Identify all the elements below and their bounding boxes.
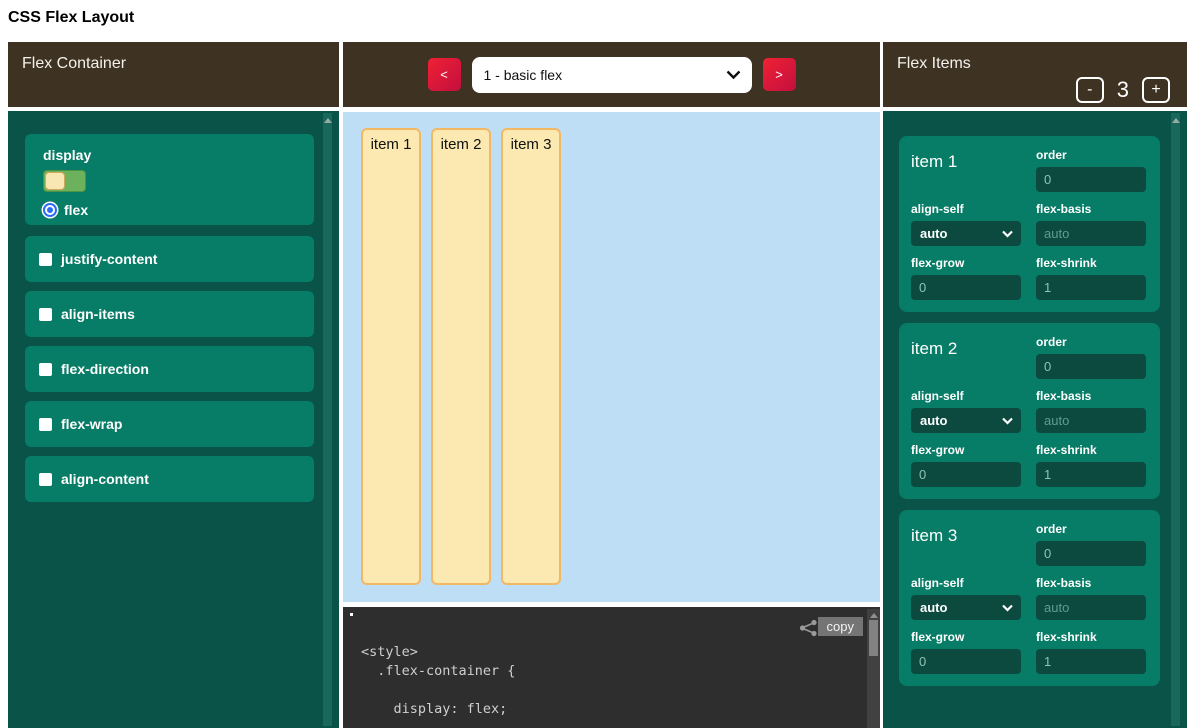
flex-container-panel: Flex Container display flex justify-cont… <box>8 42 339 728</box>
flex-container-title: Flex Container <box>22 55 126 73</box>
example-select-wrap: 1 - basic flex <box>472 57 752 93</box>
flex-items-body: item 1 order align-self auto <box>883 111 1187 728</box>
order-label: order <box>1036 148 1146 162</box>
flex-container-header: Flex Container <box>8 42 339 107</box>
display-flex-option: flex <box>43 202 314 218</box>
flex-demo-container: item 1 item 2 item 3 <box>343 112 880 602</box>
flex-items-title: Flex Items <box>897 55 971 73</box>
copy-code-button[interactable]: copy <box>818 617 863 636</box>
item-2-flex-grow-input[interactable] <box>911 462 1021 487</box>
remove-item-button[interactable]: - <box>1076 77 1104 103</box>
code-scrollbar-thumb[interactable] <box>869 620 878 656</box>
code-block: <style> .flex-container { display: flex;… <box>343 607 880 728</box>
prev-example-button[interactable]: < <box>428 58 461 91</box>
item-3-flex-grow-input[interactable] <box>911 649 1021 674</box>
code-cursor-dot <box>350 613 353 616</box>
flex-grow-label: flex-grow <box>911 443 1021 457</box>
display-property-card: display flex <box>25 134 314 225</box>
demo-item-2: item 2 <box>431 128 491 585</box>
next-example-button[interactable]: > <box>763 58 796 91</box>
property-card-align-content[interactable]: align-content <box>25 456 314 502</box>
justify-content-label: justify-content <box>61 251 157 267</box>
item-1-order-input[interactable] <box>1036 167 1146 192</box>
item-2-flex-basis-input[interactable] <box>1036 408 1146 433</box>
item-1-flex-shrink-input[interactable] <box>1036 275 1146 300</box>
align-items-checkbox[interactable] <box>39 308 52 321</box>
align-content-label: align-content <box>61 471 149 487</box>
flex-basis-label: flex-basis <box>1036 202 1146 216</box>
item-1-name: item 1 <box>911 148 1021 192</box>
item-2-name: item 2 <box>911 335 1021 379</box>
item-count-controls: - 3 + <box>1076 77 1170 103</box>
item-3-flex-basis-input[interactable] <box>1036 595 1146 620</box>
scroll-up-arrow-icon <box>1172 118 1180 123</box>
share-icon[interactable] <box>799 619 818 637</box>
align-items-label: align-items <box>61 306 135 322</box>
flex-radio[interactable] <box>43 203 57 217</box>
demo-item-1: item 1 <box>361 128 421 585</box>
flex-shrink-label: flex-shrink <box>1036 630 1146 644</box>
item-count: 3 <box>1117 77 1129 103</box>
item-2-order-input[interactable] <box>1036 354 1146 379</box>
flex-container-scroll-area: display flex justify-content align-item <box>8 111 339 502</box>
flex-container-body: display flex justify-content align-item <box>8 111 339 728</box>
flex-radio-label: flex <box>64 202 88 218</box>
code-scroll-up-arrow-icon <box>870 613 878 618</box>
flex-wrap-checkbox[interactable] <box>39 418 52 431</box>
demo-item-3: item 3 <box>501 128 561 585</box>
align-self-label: align-self <box>911 389 1021 403</box>
align-content-checkbox[interactable] <box>39 473 52 486</box>
property-card-flex-wrap[interactable]: flex-wrap <box>25 401 314 447</box>
right-panel-scrollbar[interactable] <box>1171 113 1180 726</box>
flex-items-header: Flex Items - 3 + <box>883 42 1187 107</box>
preview-panel: < 1 - basic flex > item 1 item 2 item 3 … <box>343 42 880 728</box>
flex-direction-label: flex-direction <box>61 361 149 377</box>
flex-direction-checkbox[interactable] <box>39 363 52 376</box>
flex-basis-label: flex-basis <box>1036 576 1146 590</box>
app: CSS Flex Layout Flex Container display f… <box>0 0 1199 728</box>
item-card-1: item 1 order align-self auto <box>899 136 1160 312</box>
left-panel-scrollbar[interactable] <box>323 113 332 726</box>
example-nav-bar: < 1 - basic flex > <box>343 42 880 107</box>
property-card-justify-content[interactable]: justify-content <box>25 236 314 282</box>
display-label: display <box>43 147 314 163</box>
item-1-flex-basis-input[interactable] <box>1036 221 1146 246</box>
scroll-up-arrow-icon <box>324 118 332 123</box>
align-self-label: align-self <box>911 576 1021 590</box>
order-label: order <box>1036 522 1146 536</box>
item-3-name: item 3 <box>911 522 1021 566</box>
justify-content-checkbox[interactable] <box>39 253 52 266</box>
property-card-align-items[interactable]: align-items <box>25 291 314 337</box>
flex-items-panel: Flex Items - 3 + item 1 order <box>883 42 1187 728</box>
add-item-button[interactable]: + <box>1142 77 1170 103</box>
example-select[interactable]: 1 - basic flex <box>472 57 752 93</box>
code-scrollbar[interactable] <box>867 609 880 728</box>
item-card-3: item 3 order align-self auto <box>899 510 1160 686</box>
page-title: CSS Flex Layout <box>8 9 134 27</box>
generated-css-code: <style> .flex-container { display: flex; <box>361 643 515 719</box>
item-1-align-self-select[interactable]: auto <box>911 221 1021 246</box>
flex-grow-label: flex-grow <box>911 256 1021 270</box>
property-card-flex-direction[interactable]: flex-direction <box>25 346 314 392</box>
item-2-flex-shrink-input[interactable] <box>1036 462 1146 487</box>
display-toggle-knob <box>45 172 65 190</box>
flex-shrink-label: flex-shrink <box>1036 256 1146 270</box>
item-3-flex-shrink-input[interactable] <box>1036 649 1146 674</box>
flex-basis-label: flex-basis <box>1036 389 1146 403</box>
item-card-2: item 2 order align-self auto <box>899 323 1160 499</box>
item-3-order-input[interactable] <box>1036 541 1146 566</box>
display-toggle[interactable] <box>43 170 86 192</box>
item-1-flex-grow-input[interactable] <box>911 275 1021 300</box>
flex-shrink-label: flex-shrink <box>1036 443 1146 457</box>
flex-grow-label: flex-grow <box>911 630 1021 644</box>
flex-wrap-label: flex-wrap <box>61 416 122 432</box>
align-self-label: align-self <box>911 202 1021 216</box>
flex-items-scroll-area: item 1 order align-self auto <box>883 111 1187 686</box>
item-2-align-self-select[interactable]: auto <box>911 408 1021 433</box>
item-3-align-self-select[interactable]: auto <box>911 595 1021 620</box>
order-label: order <box>1036 335 1146 349</box>
